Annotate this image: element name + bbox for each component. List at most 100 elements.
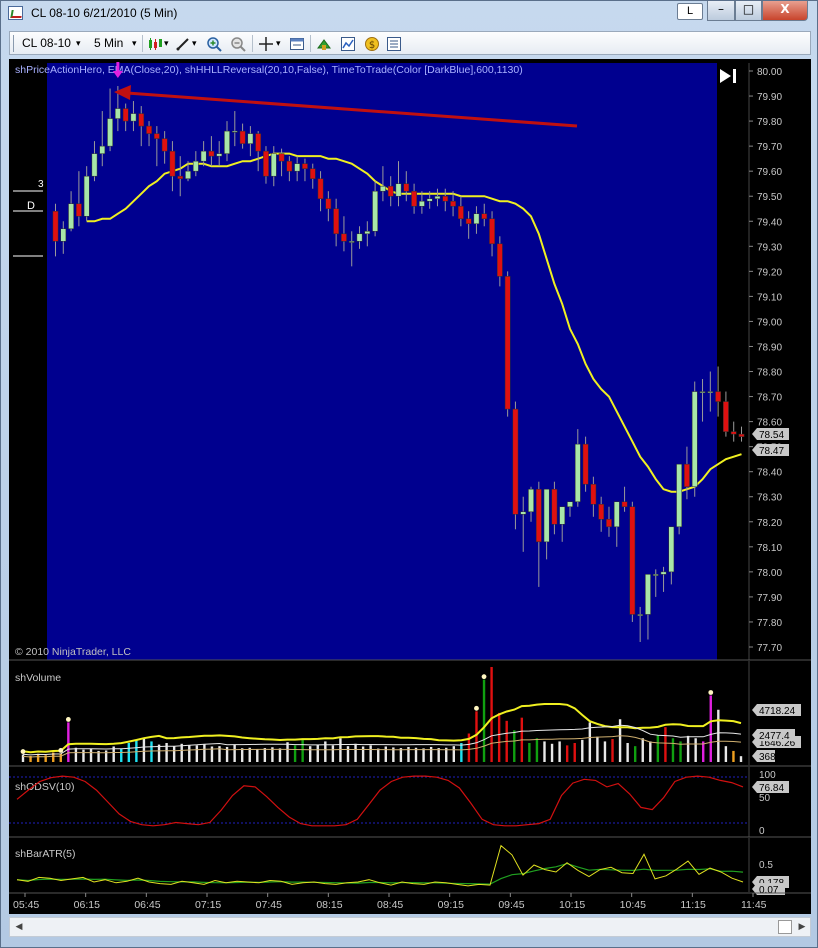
bull-candle-body (473, 213, 480, 225)
bear-candle-body (512, 408, 519, 515)
bull-candle-body (426, 198, 433, 202)
volume-bar (565, 745, 569, 762)
volume-tag-4: 368 (752, 750, 776, 763)
instrument-dropdown-icon[interactable]: ▾ (76, 35, 81, 52)
properties-icon[interactable] (289, 36, 305, 52)
signal-arrow-shaft (116, 62, 120, 73)
scroll-left-icon[interactable]: ◀ (12, 920, 26, 934)
price-tick-79.10: 79.10 (757, 292, 782, 303)
candle[interactable] (723, 391, 729, 437)
volume-bar (316, 744, 319, 762)
price-panel[interactable]: 80.00 79.90 79.80 79.70 79.60 79.50 79.40 79.30… (13, 62, 789, 660)
price-tick-79.70: 79.70 (757, 142, 782, 153)
bear-candle-body (481, 213, 488, 220)
candle[interactable] (582, 436, 589, 492)
zoom-in-icon[interactable] (206, 36, 222, 52)
scroll-to-end-button[interactable] (720, 69, 736, 83)
bear-candle-body (442, 195, 449, 202)
chart-canvas[interactable]: 80.00 79.90 79.80 79.70 79.60 79.50 79.40 79.30… (9, 59, 811, 914)
volume-bar (339, 738, 342, 762)
bull-candle-body (231, 130, 238, 133)
volume-bar (633, 746, 637, 762)
volume-bar (732, 750, 735, 762)
candle[interactable] (691, 381, 698, 497)
bar-type-icon[interactable] (147, 36, 163, 52)
bear-candle-body (341, 233, 347, 242)
scroll-right-icon[interactable]: ▶ (795, 920, 809, 934)
candle[interactable] (730, 421, 737, 442)
horizontal-scrollbar[interactable]: ◀ ▶ (9, 917, 811, 937)
last-price-tag: 78.54 (752, 428, 789, 441)
odsv-panel[interactable]: shODSV(10) 100 50 0 76.84 (9, 767, 789, 837)
toolbar-separator (252, 35, 253, 52)
toolbar-grip[interactable] (13, 35, 14, 52)
bear-candle-body (738, 433, 745, 437)
bull-candle-body (216, 153, 223, 157)
volume-bar (656, 735, 660, 762)
crosshair-dropdown-icon[interactable]: ▾ (276, 35, 281, 52)
close-button[interactable]: X (762, 1, 808, 21)
candle[interactable] (512, 401, 519, 530)
time-tick-05:45: 05:45 (13, 899, 39, 911)
hotkey-icon[interactable]: $ (364, 36, 380, 52)
bull-candle-body (691, 391, 698, 487)
volume-bar (369, 745, 372, 762)
bull-candle-body (543, 488, 550, 543)
link-button[interactable]: L (677, 3, 703, 20)
scroll-thumb[interactable] (778, 920, 792, 934)
copyright-label: © 2010 NinjaTrader, LLC (15, 646, 131, 658)
bear-candle-body (286, 160, 293, 172)
interval-selector[interactable]: 5 Min (94, 35, 123, 52)
bear-candle-body (598, 504, 605, 520)
volume-panel[interactable]: shVolume 4718.24 1646.26 2477.4 368 (15, 661, 801, 765)
volume-spike-dot (58, 748, 64, 753)
candle[interactable] (676, 463, 682, 535)
bull-candle-body (372, 190, 378, 232)
bull-candle-body (699, 391, 706, 394)
candle[interactable] (504, 271, 511, 417)
zoom-out-icon[interactable] (230, 36, 246, 52)
bull-candle-body (637, 614, 644, 616)
atr-tick-0.5: 0.5 (759, 860, 773, 871)
volume-bar (535, 738, 539, 762)
draw-tool-icon[interactable] (175, 36, 191, 52)
crosshair-icon[interactable] (258, 36, 274, 52)
indicator-icon[interactable] (340, 36, 356, 52)
bull-candle-body (192, 160, 199, 172)
price-axis[interactable]: 80.00 79.90 79.80 79.70 79.60 79.50 79.40 79.30… (749, 67, 782, 654)
strategy-icon[interactable] (316, 36, 332, 52)
data-box-icon[interactable] (386, 36, 402, 52)
time-axis[interactable]: 05:45 06:15 06:45 07:15 07:45 08:15 08:45 09:15… (13, 893, 767, 911)
odsv-tick-100: 100 (759, 770, 776, 781)
title-bar[interactable]: CL 08-10 6/21/2010 (5 Min) L – □ X (1, 1, 818, 27)
interval-dropdown-icon[interactable]: ▾ (132, 35, 137, 52)
instrument-selector[interactable]: CL 08-10 (22, 35, 71, 52)
bar-type-dropdown-icon[interactable]: ▾ (164, 35, 169, 52)
price-tick-79.50: 79.50 (757, 192, 782, 203)
price-tick-77.80: 77.80 (757, 618, 782, 629)
bull-candle-body (83, 175, 90, 217)
volume-spike-dot (481, 674, 487, 680)
volume-average-line-2 (22, 724, 742, 756)
bear-candle-body (458, 205, 464, 220)
chart-window: CL 08-10 6/21/2010 (5 Min) L – □ X CL 08… (0, 0, 818, 948)
price-tick-78.00: 78.00 (757, 568, 782, 579)
minimize-button[interactable]: – (707, 1, 735, 21)
volume-bar (331, 745, 335, 762)
volume-bar (611, 739, 614, 762)
chart-area[interactable]: 80.00 79.90 79.80 79.70 79.60 79.50 79.40 79.30… (9, 59, 811, 914)
volume-label: shVolume (15, 672, 61, 684)
atr-panel[interactable]: shBarATR(5) 0.5 0 0.178 0.07 (15, 838, 789, 896)
volume-bar (528, 743, 531, 762)
bull-candle-body (60, 228, 67, 242)
bear-candle-body (489, 218, 495, 245)
bull-candle-body (200, 150, 207, 162)
maximize-button[interactable]: □ (735, 1, 762, 21)
volume-bar (180, 743, 183, 762)
candle[interactable] (738, 426, 745, 442)
candle[interactable] (629, 501, 636, 622)
bear-candle-body (590, 483, 597, 505)
volume-bar (21, 754, 25, 762)
marker-3: 3 (38, 179, 44, 190)
draw-tool-dropdown-icon[interactable]: ▾ (192, 35, 197, 52)
